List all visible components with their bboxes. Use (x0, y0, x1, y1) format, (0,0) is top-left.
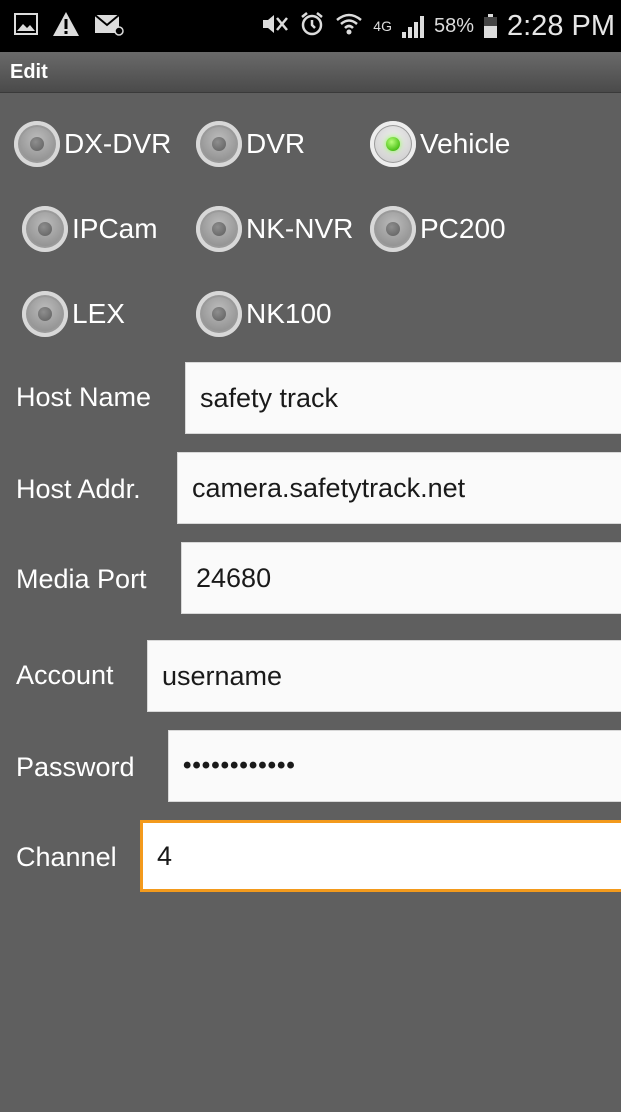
alarm-icon (299, 11, 325, 42)
radio-label: DX-DVR (64, 128, 172, 159)
battery-percent: 58% (433, 14, 474, 37)
radio-button-icon[interactable] (370, 206, 416, 252)
channel-input[interactable]: 4 (140, 820, 621, 892)
status-bar: 4G 58% 2:28 PM (0, 0, 621, 52)
clock: 2:28 PM (507, 9, 615, 42)
radio-pc200[interactable]: PC200 (370, 201, 506, 257)
radio-dx-dvr[interactable]: DX-DVR (14, 116, 171, 172)
radio-label: DVR (246, 128, 306, 159)
radio-button-icon[interactable] (22, 291, 68, 337)
host-name-row: Host Name safety track (0, 362, 621, 434)
media-port-input[interactable]: 24680 (181, 542, 621, 614)
radio-vehicle[interactable]: Vehicle (370, 116, 510, 172)
radio-label: NK100 (246, 298, 332, 329)
host-addr-label: Host Addr. (16, 474, 141, 504)
channel-label: Channel (16, 842, 117, 872)
radio-label: Vehicle (420, 128, 511, 159)
host-addr-row: Host Addr. camera.safetytrack.net (0, 452, 621, 524)
radio-nk-nvr[interactable]: NK-NVR (196, 201, 353, 257)
radio-label: PC200 (420, 213, 506, 244)
account-row: Account username (0, 640, 621, 712)
media-port-row: Media Port 24680 (0, 542, 621, 614)
radio-button-icon[interactable] (196, 121, 242, 167)
password-row: Password •••••••••••• (0, 730, 621, 802)
radio-button-icon[interactable] (22, 206, 68, 252)
title-bar: Edit (0, 52, 621, 93)
radio-lex[interactable]: LEX (22, 286, 125, 342)
password-label: Password (16, 752, 135, 782)
wifi-icon (335, 12, 363, 41)
media-port-label: Media Port (16, 564, 147, 594)
warning-icon (52, 11, 80, 42)
radio-dvr[interactable]: DVR (196, 116, 305, 172)
radio-nk100[interactable]: NK100 (196, 286, 332, 342)
radio-label: LEX (72, 298, 125, 329)
lte-icon: 4G (373, 18, 392, 34)
channel-row: Channel 4 (0, 820, 621, 892)
account-label: Account (16, 660, 114, 690)
host-addr-input[interactable]: camera.safetytrack.net (177, 452, 621, 524)
radio-button-icon[interactable] (14, 121, 60, 167)
email-icon (94, 12, 124, 41)
account-input[interactable]: username (147, 640, 621, 712)
signal-icon (401, 14, 424, 38)
password-input[interactable]: •••••••••••• (168, 730, 621, 802)
radio-button-checked-icon[interactable] (370, 121, 416, 167)
host-name-label: Host Name (16, 382, 152, 412)
mute-icon (259, 12, 289, 41)
gallery-icon (14, 12, 38, 40)
radio-ipcam[interactable]: IPCam (22, 201, 158, 257)
radio-button-icon[interactable] (196, 291, 242, 337)
battery-icon (484, 14, 497, 38)
radio-label: IPCam (72, 213, 158, 244)
radio-button-icon[interactable] (196, 206, 242, 252)
page-title: Edit (10, 61, 48, 83)
radio-label: NK-NVR (246, 213, 354, 244)
host-name-input[interactable]: safety track (185, 362, 621, 434)
